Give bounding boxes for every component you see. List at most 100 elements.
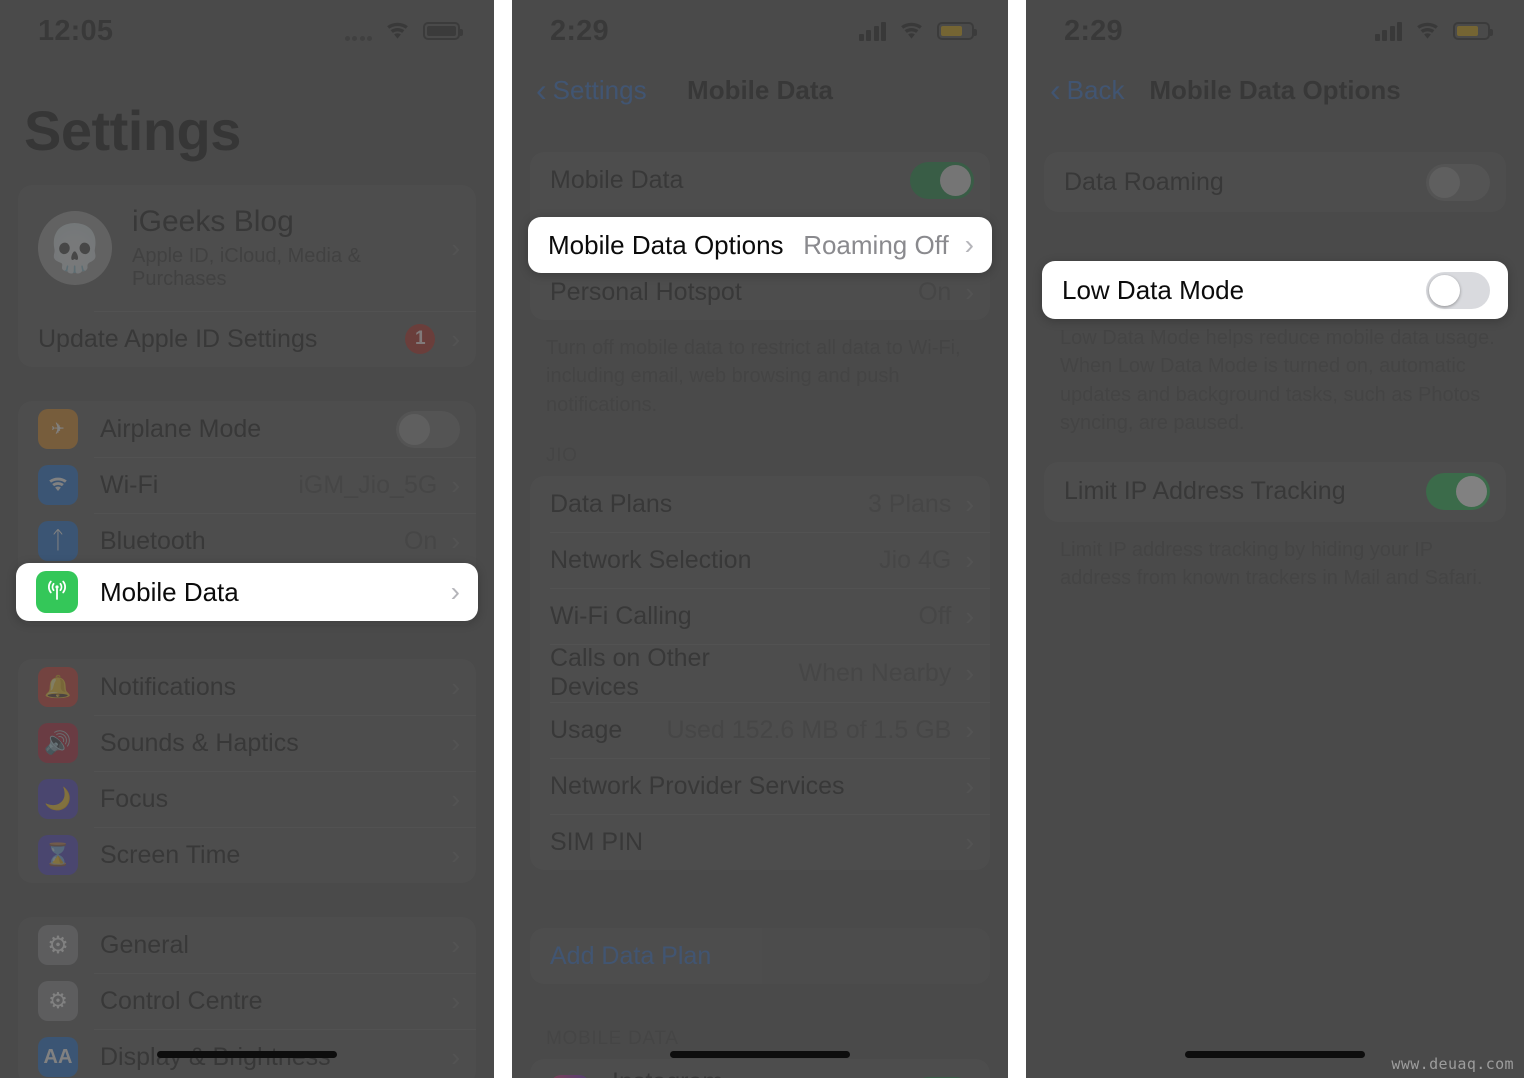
chevron-right-icon: › <box>451 672 460 702</box>
chevron-right-icon: › <box>965 489 974 520</box>
airplane-mode-toggle[interactable] <box>396 410 460 448</box>
screen-time-label: Screen Time <box>100 840 241 869</box>
control-centre-icon: ⚙ <box>38 981 78 1021</box>
general-label: General <box>100 930 189 959</box>
highlight-mobile-data-row[interactable]: Mobile Data › <box>16 563 478 621</box>
sidebar-item-bluetooth[interactable]: ᛏ Bluetooth On › <box>18 513 476 569</box>
chevron-right-icon: › <box>451 470 460 500</box>
battery-low-power-icon <box>937 22 977 40</box>
chevron-right-icon: › <box>451 526 460 556</box>
data-roaming-label: Data Roaming <box>1064 167 1224 196</box>
home-indicator <box>1185 1051 1365 1058</box>
profile-name: iGeeks Blog <box>132 205 294 238</box>
personal-hotspot-value: On <box>917 277 952 306</box>
highlight-low-data-mode-label: Low Data Mode <box>1062 274 1245 305</box>
limit-ip-footer: Limit IP address tracking by hiding your… <box>1060 538 1483 589</box>
phone-panel-mobile-data: 2:29 ‹ Settings Mobile Data Mobile Data … <box>512 0 1008 1078</box>
nav-bar: ‹ Back Mobile Data Options <box>1026 62 1524 118</box>
nav-bar: ‹ Settings Mobile Data <box>512 62 1008 118</box>
low-data-mode-footer: Low Data Mode helps reduce mobile data u… <box>1060 327 1495 435</box>
mobile-data-toggle-row[interactable]: Mobile Data <box>530 152 990 208</box>
chevron-right-icon: › <box>450 576 460 607</box>
status-badge: 1 <box>405 324 436 354</box>
chevron-right-icon: › <box>965 545 974 576</box>
data-plans-value: 3 Plans <box>867 489 952 518</box>
sidebar-item-general[interactable]: ⚙ General › <box>18 917 476 973</box>
speaker-icon: 🔊 <box>38 723 78 763</box>
focus-label: Focus <box>100 784 169 813</box>
app-row-instagram[interactable]: Instagram 316 GB <box>530 1059 990 1078</box>
chevron-right-icon: › <box>451 233 460 263</box>
phone-panel-mobile-data-options: 2:29 ‹ Back Mobile Data Options Data Roa… <box>1026 0 1524 1078</box>
chevron-left-icon: ‹ <box>536 72 547 108</box>
limit-ip-tracking-row[interactable]: Limit IP Address Tracking <box>1044 462 1506 522</box>
profile-card: 💀 iGeeks Blog Apple ID, iCloud, Media & … <box>18 185 476 367</box>
add-data-plan-card: Add Data Plan <box>530 928 990 984</box>
chevron-right-icon: › <box>451 784 460 814</box>
low-data-mode-toggle[interactable] <box>1426 271 1490 309</box>
chevron-right-icon: › <box>451 728 460 758</box>
sidebar-item-control-centre[interactable]: ⚙ Control Centre › <box>18 973 476 1029</box>
data-plans-label: Data Plans <box>550 489 673 518</box>
data-roaming-row[interactable]: Data Roaming <box>1044 152 1506 212</box>
mobile-data-label: Mobile Data <box>550 165 684 194</box>
calls-other-devices-row[interactable]: Calls on Other Devices When Nearby › <box>530 644 990 702</box>
update-apple-id-row[interactable]: Update Apple ID Settings 1 › <box>18 311 476 367</box>
chevron-right-icon: › <box>965 715 974 746</box>
sim-pin-row[interactable]: SIM PIN › <box>530 814 990 870</box>
profile-description: Apple ID, iCloud, Media & Purchases <box>132 245 362 290</box>
sidebar-item-sounds-haptics[interactable]: 🔊 Sounds & Haptics › <box>18 715 476 771</box>
apple-id-row[interactable]: 💀 iGeeks Blog Apple ID, iCloud, Media & … <box>18 185 476 311</box>
status-bar: 2:29 <box>512 0 1008 62</box>
add-data-plan-row[interactable]: Add Data Plan <box>530 928 990 984</box>
back-button[interactable]: ‹ Settings <box>512 74 647 106</box>
network-provider-services-row[interactable]: Network Provider Services › <box>530 758 990 814</box>
chevron-right-icon: › <box>451 840 460 870</box>
panel-divider <box>1008 0 1026 1078</box>
mobile-data-toggle[interactable] <box>910 161 974 199</box>
wifi-icon <box>38 465 78 505</box>
limit-ip-card: Limit IP Address Tracking <box>1044 462 1506 522</box>
sidebar-item-wifi[interactable]: Wi-Fi iGM_Jio_5G › <box>18 457 476 513</box>
settings-screen-content: 12:05 Settings 💀 iGeeks Blog Apple ID, i… <box>0 0 494 1078</box>
status-bar-clock: 2:29 <box>1064 14 1123 47</box>
sidebar-item-screen-time[interactable]: ⌛ Screen Time › <box>18 827 476 883</box>
chevron-left-icon: ‹ <box>1050 72 1061 108</box>
sounds-haptics-label: Sounds & Haptics <box>100 728 299 757</box>
highlight-mobile-data-options-row[interactable]: Mobile Data Options Roaming Off › <box>528 217 992 273</box>
moon-icon: 🌙 <box>38 779 78 819</box>
bell-icon: 🔔 <box>38 667 78 707</box>
update-apple-id-label: Update Apple ID Settings <box>38 324 318 353</box>
network-selection-row[interactable]: Network Selection Jio 4G › <box>530 532 990 588</box>
calls-other-devices-label: Calls on Other Devices <box>550 644 710 702</box>
highlight-low-data-mode-row[interactable]: Low Data Mode <box>1042 261 1508 319</box>
notifications-card: 🔔 Notifications › 🔊 Sounds & Haptics › 🌙… <box>18 659 476 883</box>
phone-panel-settings: 12:05 Settings 💀 iGeeks Blog Apple ID, i… <box>0 0 494 1078</box>
highlight-mobile-data-label: Mobile Data <box>100 576 239 607</box>
limit-ip-tracking-toggle[interactable] <box>1426 473 1490 511</box>
sidebar-item-airplane-mode[interactable]: ✈ Airplane Mode <box>18 401 476 457</box>
hourglass-icon: ⌛ <box>38 835 78 875</box>
back-button-label: Back <box>1066 74 1125 105</box>
status-bar-icons <box>858 21 977 41</box>
wifi-calling-row[interactable]: Wi-Fi Calling Off › <box>530 588 990 644</box>
chevron-right-icon: › <box>451 1042 460 1072</box>
status-bar-clock: 2:29 <box>550 14 609 47</box>
chevron-right-icon: › <box>965 771 974 802</box>
back-button[interactable]: ‹ Back <box>1026 74 1124 106</box>
data-roaming-card: Data Roaming <box>1044 152 1506 212</box>
airplane-icon: ✈ <box>38 409 78 449</box>
data-plans-row[interactable]: Data Plans 3 Plans › <box>530 476 990 532</box>
bluetooth-label: Bluetooth <box>100 526 206 555</box>
apps-card: Instagram 316 GB <box>530 1059 990 1078</box>
sidebar-item-focus[interactable]: 🌙 Focus › <box>18 771 476 827</box>
limit-ip-tracking-label: Limit IP Address Tracking <box>1064 477 1346 506</box>
status-bar-clock: 12:05 <box>38 14 114 47</box>
jio-card: Data Plans 3 Plans › Network Selection J… <box>530 476 990 870</box>
signal-bars-icon <box>858 21 886 41</box>
data-roaming-toggle[interactable] <box>1426 163 1490 201</box>
sidebar-item-notifications[interactable]: 🔔 Notifications › <box>18 659 476 715</box>
wifi-icon <box>1415 22 1440 41</box>
mobile-data-icon <box>36 571 78 613</box>
usage-row[interactable]: Usage Used 152.6 MB of 1.5 GB › <box>530 702 990 758</box>
